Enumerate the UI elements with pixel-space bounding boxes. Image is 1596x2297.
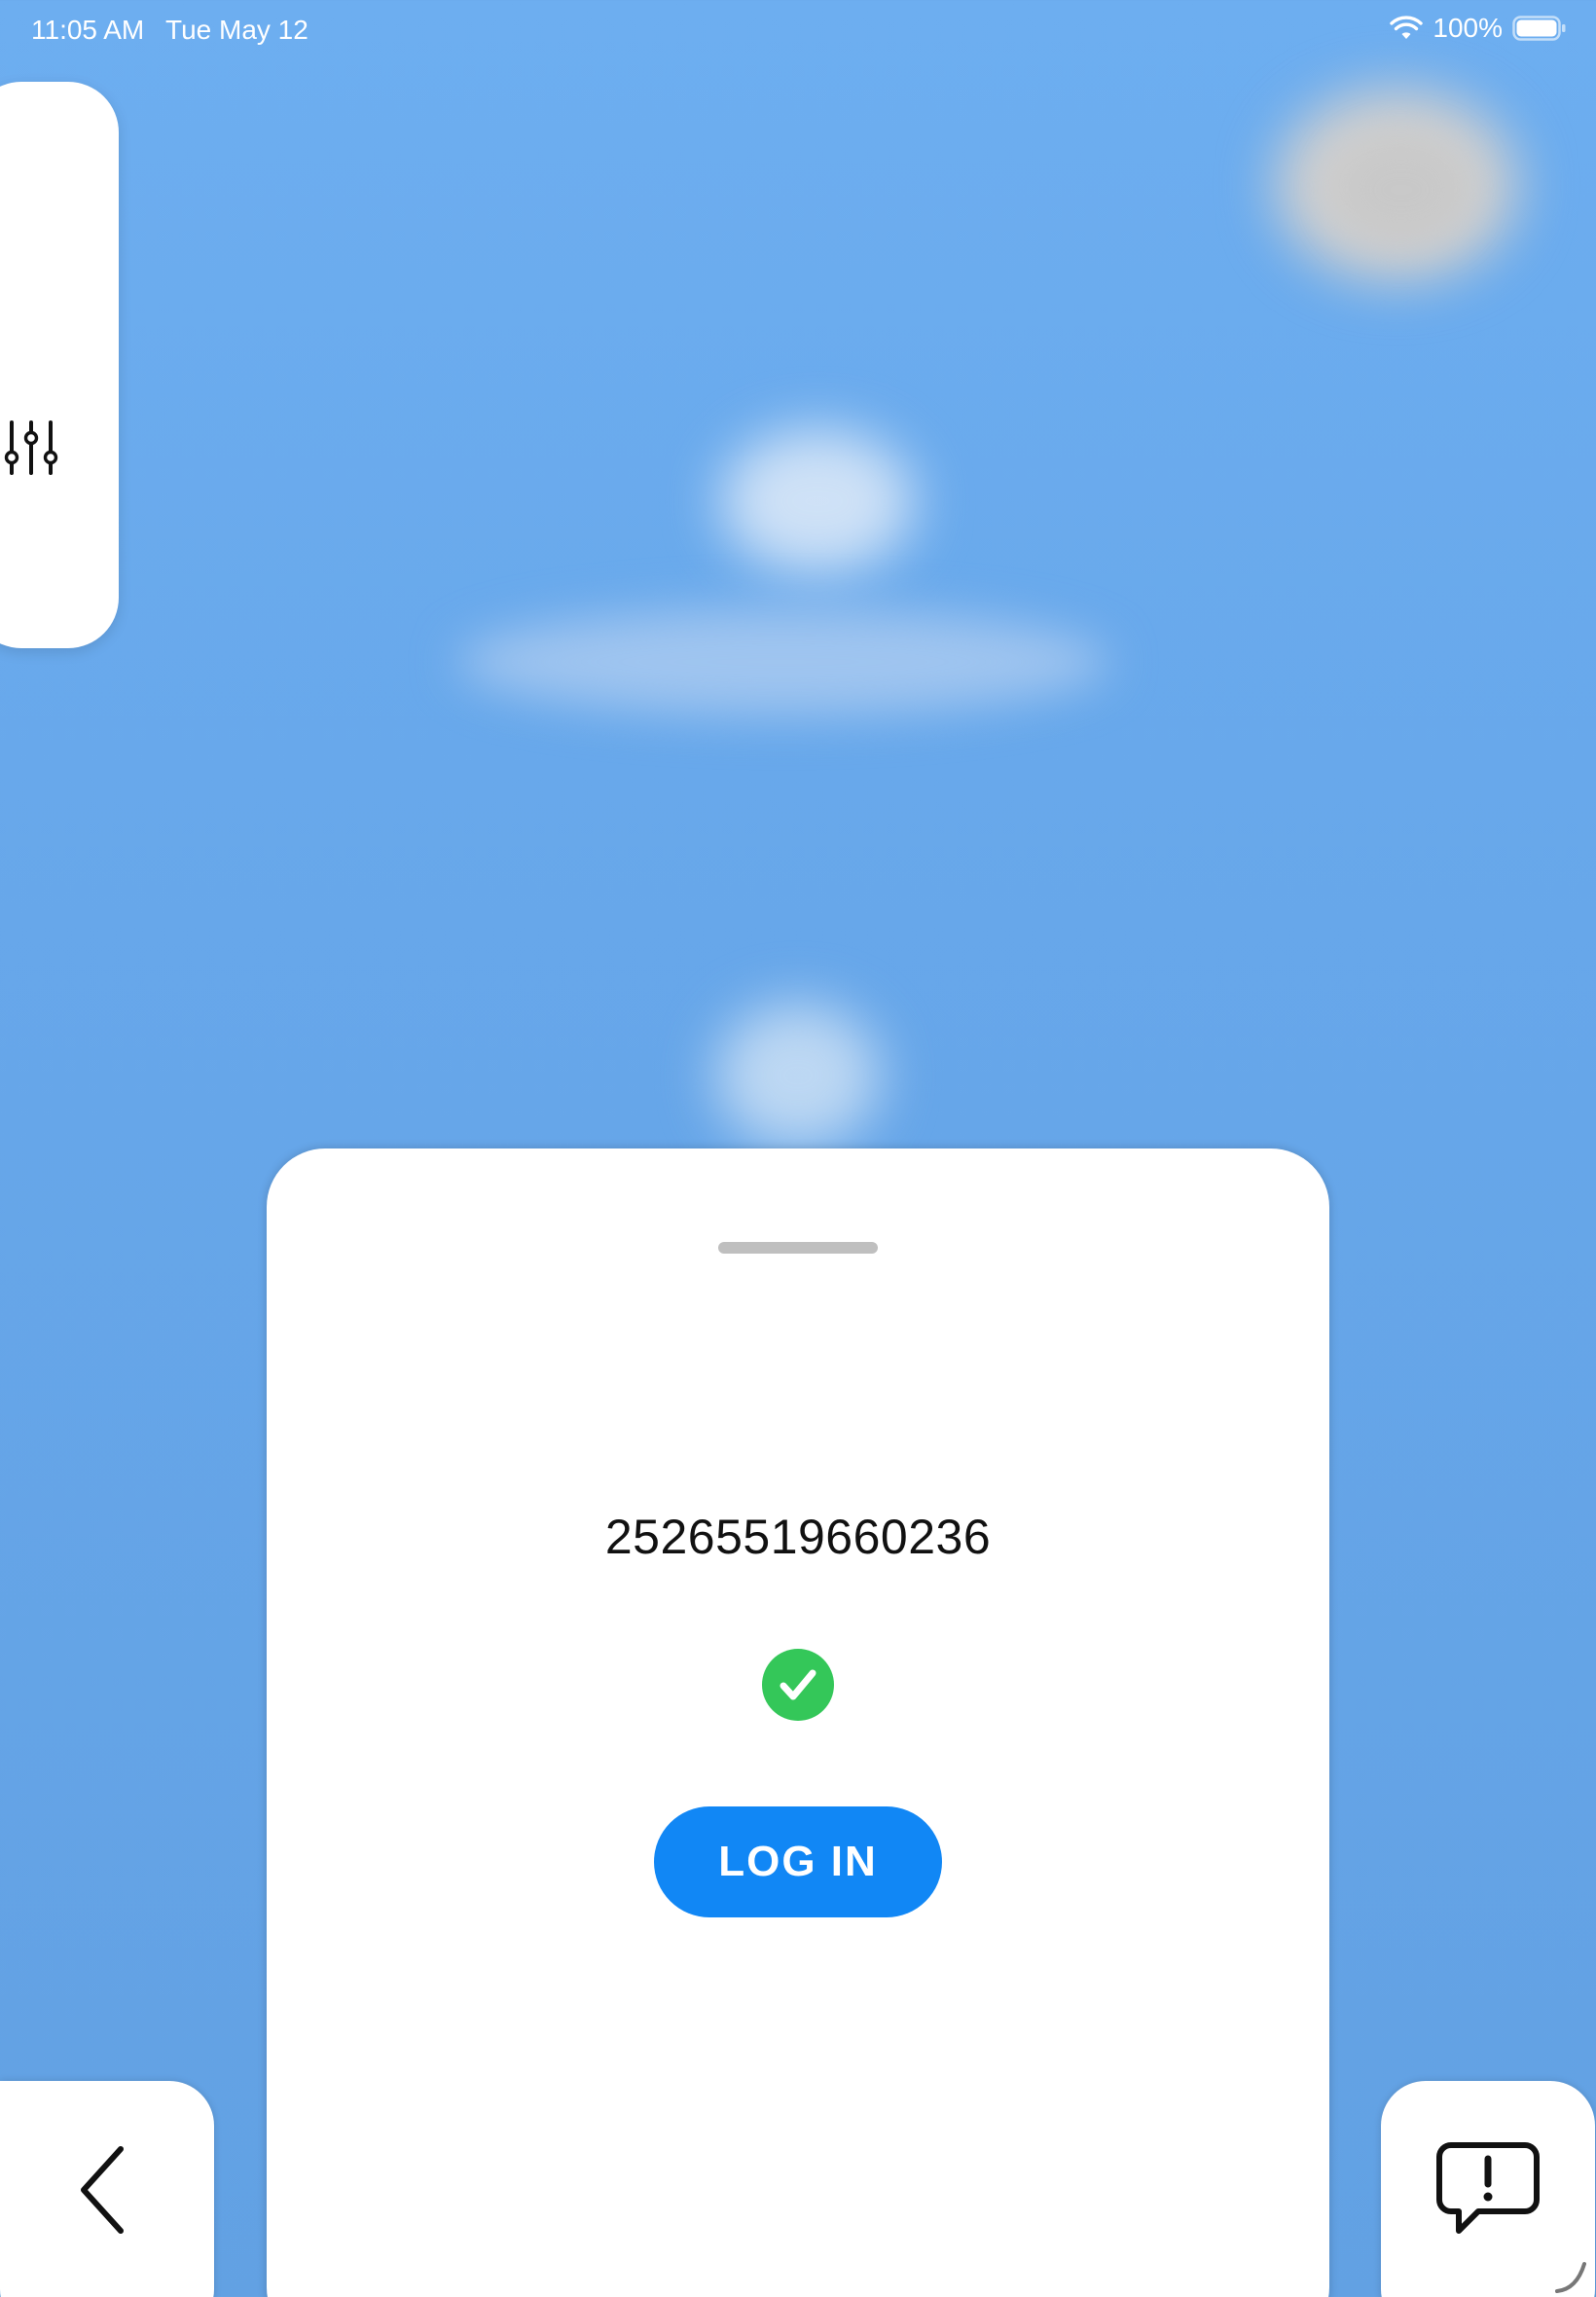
background-blur-cloud xyxy=(715,1003,881,1148)
battery-icon xyxy=(1512,16,1566,41)
checkmark-circle-icon xyxy=(762,1649,834,1721)
status-bar: 11:05 AM Tue May 12 100% xyxy=(0,0,1596,62)
sliders-icon[interactable] xyxy=(2,419,60,477)
chat-alert-icon xyxy=(1436,2142,1540,2234)
drag-handle[interactable] xyxy=(718,1242,878,1254)
battery-percent: 100% xyxy=(1433,13,1503,43)
status-time: 11:05 AM xyxy=(31,15,145,45)
wifi-icon xyxy=(1390,16,1424,39)
background-blur-sun-core xyxy=(1333,136,1469,243)
chevron-left-icon xyxy=(81,2146,124,2234)
login-button[interactable]: LOG IN xyxy=(654,1806,942,1917)
feedback-button[interactable] xyxy=(1381,2081,1595,2297)
background-blur-cloud-band xyxy=(457,608,1109,715)
status-indicators: 100% xyxy=(1390,13,1567,44)
back-button[interactable] xyxy=(0,2081,214,2297)
login-card: 25265519660236 LOG IN xyxy=(267,1148,1329,2297)
account-number: 25265519660236 xyxy=(604,1510,992,1564)
background-blur-cloud xyxy=(720,428,915,574)
side-panel xyxy=(0,82,119,648)
status-date: Tue May 12 xyxy=(165,15,308,45)
resize-corner-icon xyxy=(1555,2262,1586,2293)
